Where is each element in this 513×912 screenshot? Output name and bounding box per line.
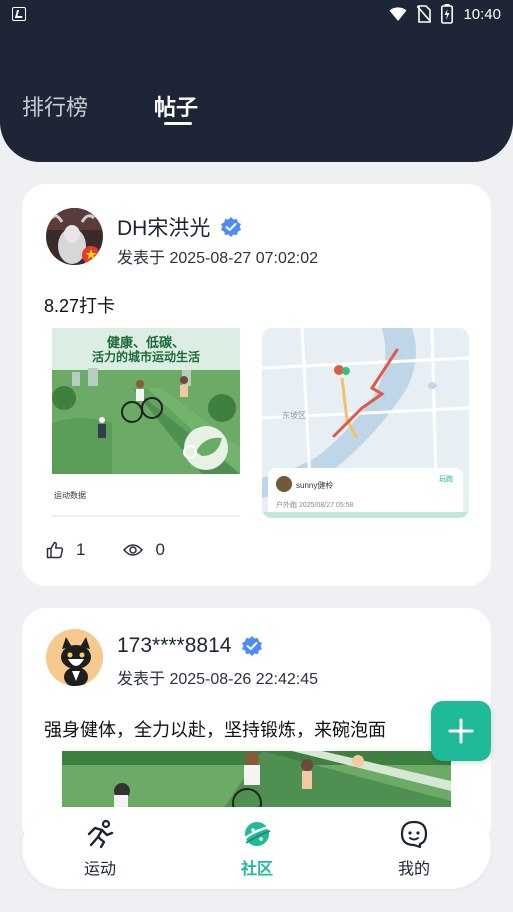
planet-icon <box>243 822 272 846</box>
avatar[interactable] <box>46 208 103 265</box>
post-timestamp: 发表于 2025-08-27 07:02:02 <box>117 250 319 267</box>
nav-community[interactable]: 社区 <box>217 819 297 879</box>
route-user-name: sunny健柃 <box>296 481 334 490</box>
status-time: 10:40 <box>463 5 501 23</box>
post-author[interactable]: 173****8814 <box>117 634 263 658</box>
post-image-route-map[interactable]: 东坡区 sunny健柃 玩跑 户外跑 2025/08/27 05:58 <box>262 328 469 518</box>
verified-badge-icon <box>221 217 242 237</box>
no-sim-icon <box>417 5 432 23</box>
bottom-nav: 运动 社区 我的 <box>22 807 491 889</box>
like-count: 1 <box>76 540 86 559</box>
post-timestamp: 发表于 2025-08-26 22:42:45 <box>117 671 319 688</box>
thumbs-up-icon <box>46 541 64 559</box>
active-tab-indicator <box>164 122 192 125</box>
poster-title-line2: 活力的城市运动生活 <box>91 350 200 364</box>
post-card[interactable]: DH宋洪光 发表于 2025-08-27 07:02:02 8.27打卡 健康、… <box>22 184 491 586</box>
notification-icon <box>12 7 26 21</box>
nav-label: 我的 <box>397 861 430 878</box>
avatar[interactable] <box>46 629 103 686</box>
running-icon <box>87 819 114 849</box>
poster-caption: 运动数据 <box>54 491 86 500</box>
plus-icon <box>448 718 474 744</box>
post-image-poster[interactable]: 健康、低碳、 活力的城市运动生活 运动数据 <box>52 328 240 518</box>
face-icon <box>400 820 428 849</box>
route-badge: 玩跑 <box>439 476 453 483</box>
like-stat[interactable]: 1 <box>46 540 85 560</box>
view-stat: 0 <box>123 540 165 560</box>
nav-label: 社区 <box>240 861 273 878</box>
view-count: 0 <box>155 540 165 559</box>
route-bottom-glow <box>262 512 469 518</box>
battery-icon <box>441 4 454 24</box>
nav-sport[interactable]: 运动 <box>60 819 140 879</box>
eye-icon <box>123 544 144 556</box>
tab-leaderboard[interactable]: 排行榜 <box>22 90 88 122</box>
author-name: DH宋洪光 <box>117 217 211 240</box>
author-name: 173****8814 <box>117 634 232 657</box>
post-author[interactable]: DH宋洪光 <box>117 212 242 242</box>
post-text: 8.27打卡 <box>44 296 116 316</box>
tab-posts[interactable]: 帖子 <box>154 90 198 122</box>
status-bar: 10:40 <box>0 0 513 30</box>
create-post-button[interactable] <box>431 701 491 761</box>
verified-badge-icon <box>242 636 263 656</box>
post-image-poster[interactable] <box>62 751 451 811</box>
route-user-avatar <box>276 476 292 492</box>
nav-mine[interactable]: 我的 <box>374 819 454 879</box>
route-meta: 户外跑 2025/08/27 05:58 <box>276 502 354 509</box>
wifi-icon <box>389 7 407 21</box>
nav-label: 运动 <box>83 861 116 878</box>
route-info-panel: sunny健柃 玩跑 户外跑 2025/08/27 05:58 <box>268 468 463 518</box>
poster-illustration <box>62 751 451 811</box>
post-stats: 1 0 <box>46 540 203 560</box>
map-district-label: 东坡区 <box>282 411 306 420</box>
post-text: 强身健体，全力以赴，坚持锻炼，来碗泡面 <box>44 720 386 740</box>
